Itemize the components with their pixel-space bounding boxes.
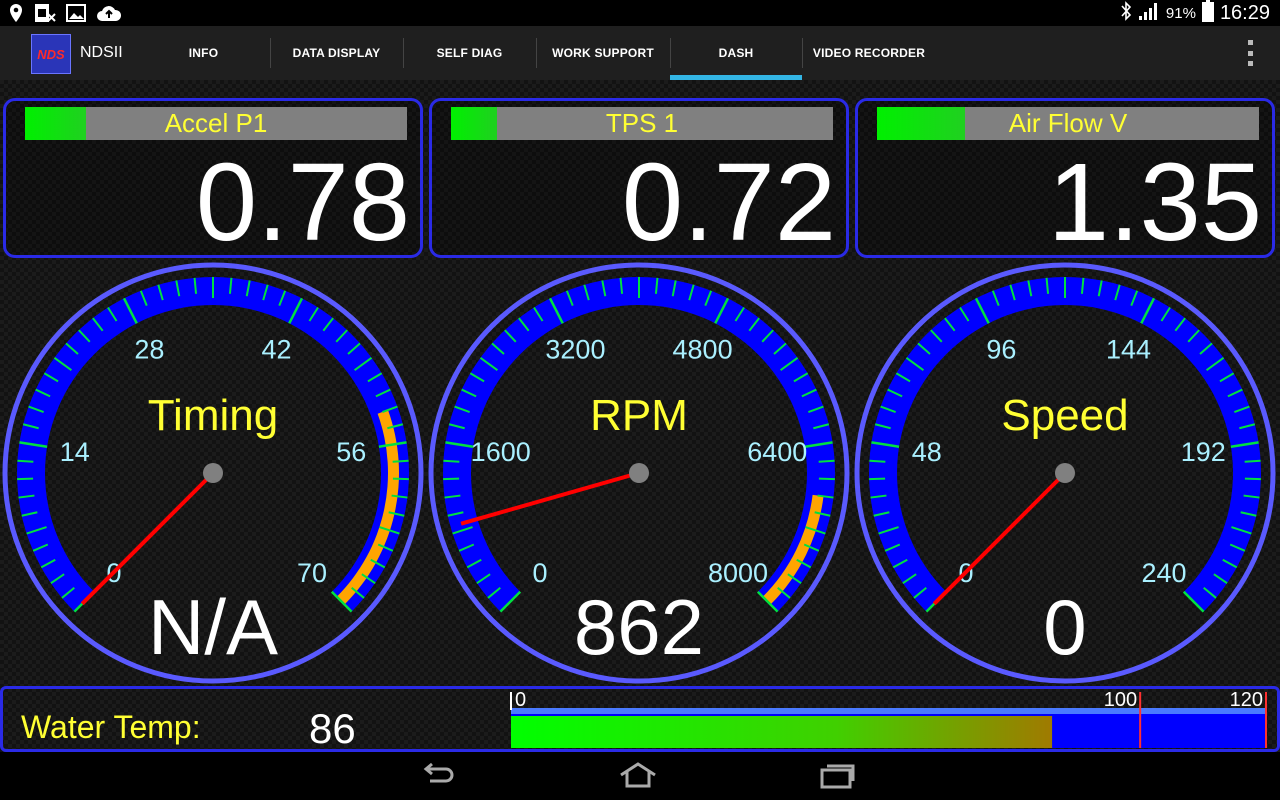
water-temp-track-highlight	[511, 708, 1266, 714]
readout-tps-1[interactable]: TPS 1 0.72	[429, 98, 849, 258]
gauge-title: Timing	[148, 391, 278, 440]
gauge-speed[interactable]: 04896144192240Speed0	[852, 258, 1278, 684]
gauge-tick-label: 14	[60, 437, 90, 467]
gauge-value: 0	[1043, 583, 1086, 671]
water-temp-value: 86	[309, 705, 356, 752]
gauge-tick-label: 192	[1181, 437, 1226, 467]
gauge-tick	[17, 459, 34, 463]
home-icon	[618, 761, 658, 794]
gauge-tick	[392, 477, 409, 481]
cloud-upload-icon	[96, 4, 122, 27]
gauge-tick	[869, 459, 886, 463]
water-temp-bar: 0 100 120	[510, 689, 1267, 748]
tab-info[interactable]: INFO	[137, 26, 270, 80]
water-temp-fill	[511, 716, 1053, 748]
level-bar: Accel P1	[25, 107, 407, 140]
gauge-tick	[1244, 477, 1261, 481]
water-temp-scale-mark: 100	[1104, 689, 1137, 711]
gauge-tick	[17, 477, 34, 481]
gauge-tick	[869, 477, 886, 481]
water-temp-scale-max: 120	[1230, 689, 1263, 711]
bluetooth-icon	[1120, 0, 1132, 26]
location-icon	[8, 3, 24, 28]
clock: 16:29	[1219, 1, 1270, 24]
gauge-tick-label: 56	[336, 437, 366, 467]
water-temp-scale-min: 0	[515, 689, 526, 711]
battery-icon	[1201, 0, 1214, 27]
tab-self-diag[interactable]: SELF DIAG	[403, 26, 536, 80]
gauge-tick-label: 42	[262, 334, 292, 364]
gauge-tick-label: 0	[532, 558, 547, 588]
gauge-tick	[443, 459, 460, 463]
readout-label: Accel P1	[164, 108, 268, 138]
gauge-hub	[203, 463, 223, 483]
gauge-tick-label: 1600	[471, 437, 531, 467]
readout-value: 0.72	[621, 141, 836, 264]
gauge-tick	[392, 459, 409, 463]
gauge-tick-label: 48	[912, 437, 942, 467]
gauge-title: RPM	[590, 391, 688, 440]
level-bar: TPS 1	[451, 107, 833, 140]
gauge-value: N/A	[148, 583, 278, 671]
readout-label: Air Flow V	[1008, 108, 1128, 138]
app-name: NDSII	[80, 44, 123, 61]
gauge-value: 862	[574, 583, 704, 671]
sim-card-icon	[34, 3, 56, 28]
image-icon	[66, 4, 86, 27]
readout-accel-p1[interactable]: Accel P1 0.78	[3, 98, 423, 258]
tab-data-display[interactable]: DATA DISPLAY	[270, 26, 403, 80]
gauge-tick-label: 8000	[708, 558, 768, 588]
gauge-title: Speed	[1001, 391, 1128, 440]
gauge-tick	[443, 477, 460, 481]
app-logo: NDS	[31, 34, 71, 74]
gauge-tick-label: 240	[1141, 558, 1186, 588]
gauge-hub	[1055, 463, 1075, 483]
gauge-tick-label: 6400	[747, 437, 807, 467]
tab-work-support[interactable]: WORK SUPPORT	[536, 26, 670, 80]
tab-dash[interactable]: DASH	[670, 26, 802, 80]
readout-value: 0.78	[195, 141, 410, 264]
recent-apps-icon	[819, 761, 857, 794]
signal-icon	[1138, 1, 1160, 26]
tab-video-recorder[interactable]: VIDEO RECORDER	[802, 26, 936, 80]
gauge-tick-label: 144	[1106, 334, 1151, 364]
readout-air-flow-v[interactable]: Air Flow V 1.35	[855, 98, 1275, 258]
gauge-needle	[460, 471, 640, 526]
back-icon	[420, 762, 456, 793]
gauge-rpm[interactable]: 0 1600 3200 4800 6400 8000 RPM 862	[426, 258, 852, 684]
gauge-tick-label: 70	[297, 558, 327, 588]
app-logo-text: NDS	[37, 46, 65, 62]
level-bar: Air Flow V	[877, 107, 1259, 140]
gauge-tick	[818, 459, 835, 463]
gauge-tick-label: 96	[986, 334, 1016, 364]
gauge-hub	[629, 463, 649, 483]
battery-percent: 91%	[1165, 4, 1196, 22]
gauge-tick	[1244, 459, 1261, 463]
readout-label: TPS 1	[605, 108, 679, 138]
overflow-menu-icon[interactable]	[1243, 40, 1257, 66]
status-bar: 91% 16:29	[0, 0, 1280, 26]
back-button[interactable]	[408, 758, 468, 796]
gauge-tick-label: 3200	[545, 334, 605, 364]
gauge-timing[interactable]: 01428425670TimingN/A	[0, 258, 426, 684]
gauge-tick-label: 28	[134, 334, 164, 364]
recent-apps-button[interactable]	[808, 758, 868, 796]
water-temp-label: Water Temp:	[21, 709, 201, 745]
gauge-tick	[818, 477, 835, 481]
gauge-tick-label: 4800	[673, 334, 733, 364]
readout-value: 1.35	[1047, 141, 1262, 264]
home-button[interactable]	[608, 758, 668, 796]
